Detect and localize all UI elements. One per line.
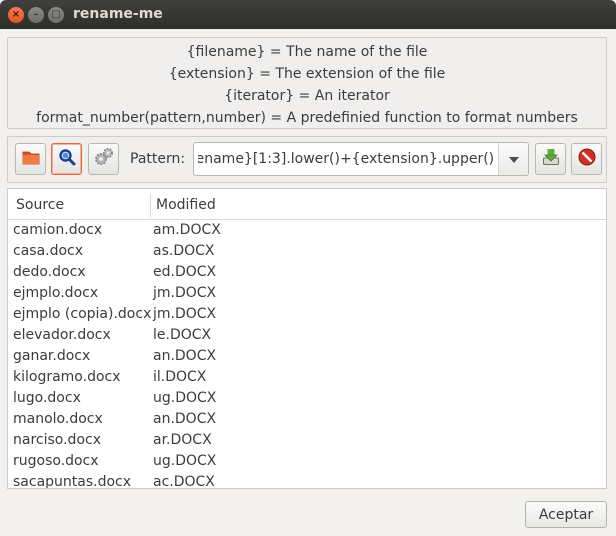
list-row[interactable]: ganar.docx an.DOCX <box>8 346 606 367</box>
source-cell: rugoso.docx <box>13 453 99 469</box>
chevron-down-icon <box>508 152 519 167</box>
settings-button[interactable] <box>88 143 119 175</box>
modified-cell: am.DOCX <box>153 222 221 238</box>
list-row[interactable]: narciso.docx ar.DOCX <box>8 430 606 451</box>
modified-cell: ar.DOCX <box>153 432 212 448</box>
pattern-combobox[interactable] <box>193 142 529 176</box>
help-line-filename: {filename} = The name of the file <box>186 44 428 60</box>
modified-cell: ug.DOCX <box>153 453 217 469</box>
open-folder-button[interactable] <box>15 143 46 175</box>
maximize-window-button[interactable]: □ <box>48 7 64 23</box>
file-list[interactable]: Source Modified camion.docx am.DOCX casa.… <box>7 188 607 489</box>
list-row[interactable]: ejmplo (copia).docx jm.DOCX <box>8 304 606 325</box>
help-line-format-number: format_number(pattern,number) = A predef… <box>36 110 578 126</box>
source-cell: sacapuntas.docx <box>13 474 132 489</box>
source-cell: manolo.docx <box>13 411 103 427</box>
pattern-label: Pattern: <box>130 151 186 167</box>
source-cell: dedo.docx <box>13 264 86 280</box>
list-row[interactable]: sacapuntas.docx ac.DOCX <box>8 472 606 489</box>
source-cell: kilogramo.docx <box>13 369 121 385</box>
pattern-input[interactable] <box>198 148 494 170</box>
minimize-window-button[interactable]: – <box>28 7 44 23</box>
source-cell: ejmplo (copia).docx <box>13 306 152 322</box>
folder-icon <box>22 149 40 169</box>
modified-cell: ug.DOCX <box>153 390 217 406</box>
download-tray-icon <box>542 148 560 170</box>
modified-cell: ed.DOCX <box>153 264 217 280</box>
modified-cell: ac.DOCX <box>153 474 215 489</box>
modified-cell: jm.DOCX <box>153 306 217 322</box>
modified-cell: il.DOCX <box>153 369 207 385</box>
source-cell: ejmplo.docx <box>13 285 99 301</box>
list-row[interactable]: manolo.docx an.DOCX <box>8 409 606 430</box>
close-window-button[interactable]: × <box>8 7 24 23</box>
source-cell: camion.docx <box>13 222 103 238</box>
pattern-dropdown-button[interactable] <box>498 143 528 175</box>
list-row[interactable]: lugo.docx ug.DOCX <box>8 388 606 409</box>
list-row[interactable]: casa.docx as.DOCX <box>8 241 606 262</box>
source-cell: narciso.docx <box>13 432 101 448</box>
column-header-modified[interactable]: Modified <box>156 189 216 219</box>
list-row[interactable]: ejmplo.docx jm.DOCX <box>8 283 606 304</box>
cancel-button[interactable] <box>571 143 602 175</box>
source-cell: casa.docx <box>13 243 84 259</box>
stop-icon <box>578 148 596 170</box>
source-cell: ganar.docx <box>13 348 91 364</box>
list-row[interactable]: kilogramo.docx il.DOCX <box>8 367 606 388</box>
column-header-source[interactable]: Source <box>16 189 64 219</box>
magnifier-icon <box>58 148 76 170</box>
list-row[interactable]: elevador.docx le.DOCX <box>8 325 606 346</box>
window-title: rename-me <box>73 6 163 22</box>
help-panel: {filename} = The name of the file {exten… <box>7 37 607 129</box>
help-line-iterator: {iterator} = An iterator <box>224 88 390 104</box>
list-header: Source Modified <box>8 189 606 220</box>
column-divider[interactable] <box>150 193 151 217</box>
list-row[interactable]: dedo.docx ed.DOCX <box>8 262 606 283</box>
toolbar: Pattern: <box>7 136 607 183</box>
list-row[interactable]: camion.docx am.DOCX <box>8 220 606 241</box>
source-cell: lugo.docx <box>13 390 81 406</box>
list-body: camion.docx am.DOCX casa.docx as.DOCX dedo… <box>8 220 606 489</box>
modified-cell: an.DOCX <box>153 348 217 364</box>
list-row[interactable]: rugoso.docx ug.DOCX <box>8 451 606 472</box>
gears-icon <box>94 147 114 171</box>
search-files-button[interactable] <box>51 143 82 175</box>
apply-rename-button[interactable] <box>535 143 566 175</box>
title-bar[interactable]: × – □ rename-me <box>0 0 616 29</box>
modified-cell: jm.DOCX <box>153 285 217 301</box>
accept-button[interactable]: Aceptar <box>525 501 607 528</box>
source-cell: elevador.docx <box>13 327 111 343</box>
help-line-extension: {extension} = The extension of the file <box>168 66 446 82</box>
app-window: × – □ rename-me {filename} = The name of… <box>0 0 616 536</box>
modified-cell: le.DOCX <box>153 327 212 343</box>
modified-cell: as.DOCX <box>153 243 215 259</box>
modified-cell: an.DOCX <box>153 411 217 427</box>
